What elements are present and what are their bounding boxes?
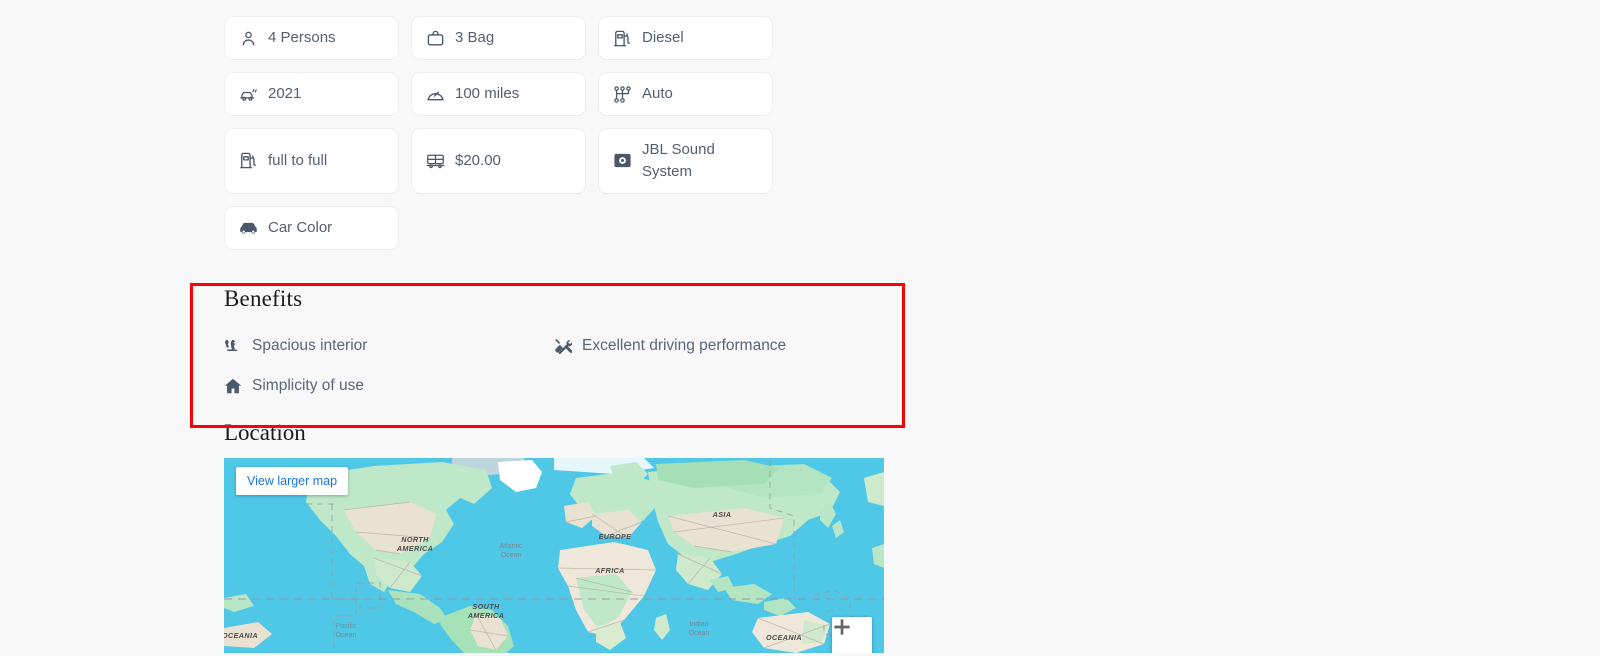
tools-icon xyxy=(554,337,572,355)
svg-text:OCEANIA: OCEANIA xyxy=(766,633,802,642)
svg-text:AFRICA: AFRICA xyxy=(594,566,625,575)
spec-row: 2021 100 miles Auto xyxy=(224,72,784,116)
view-larger-map-button[interactable]: View larger map xyxy=(236,467,349,495)
car-year-icon xyxy=(239,85,258,104)
spec-label: full to full xyxy=(268,151,328,169)
benefit-item-simplicity-of-use: Simplicity of use xyxy=(224,366,554,406)
spec-chip-sound-system[interactable]: JBL Sound System xyxy=(598,128,773,194)
spec-label: 2021 xyxy=(268,85,302,103)
spec-chip-bags[interactable]: 3 Bag xyxy=(411,16,586,60)
spec-chip-persons[interactable]: 4 Persons xyxy=(224,16,399,60)
benefit-item-spacious-interior: Spacious interior xyxy=(224,326,554,366)
svg-text:OCEANIA: OCEANIA xyxy=(224,631,258,640)
svg-text:ASIA: ASIA xyxy=(712,510,732,519)
fuel-pump-icon xyxy=(239,151,258,170)
bag-icon xyxy=(426,29,445,48)
spec-chip-fuel-type[interactable]: Diesel xyxy=(598,16,773,60)
benefits-list: Spacious interior Excellent driving perf… xyxy=(224,326,884,406)
svg-text:Ocean: Ocean xyxy=(336,632,357,639)
map-canvas[interactable]: NORTH AMERICA SOUTH AMERICA EUROPE AFRIC… xyxy=(224,458,884,653)
spec-chip-car-color[interactable]: Car Color xyxy=(224,205,399,250)
benefit-item-driving-performance: Excellent driving performance xyxy=(554,326,884,366)
speaker-icon xyxy=(613,151,632,170)
spec-chip-fuel-policy[interactable]: full to full xyxy=(224,128,399,194)
car-color-icon xyxy=(239,218,258,237)
benefit-label: Spacious interior xyxy=(252,337,368,354)
location-title: Location xyxy=(224,420,306,445)
svg-text:AMERICA: AMERICA xyxy=(396,544,433,553)
spec-label: $20.00 xyxy=(455,151,501,169)
svg-text:EUROPE: EUROPE xyxy=(599,532,632,541)
benefit-label: Simplicity of use xyxy=(252,377,364,394)
home-icon xyxy=(224,377,242,395)
svg-text:Indian: Indian xyxy=(689,621,708,628)
svg-text:Pacific: Pacific xyxy=(336,623,357,630)
spec-label: 3 Bag xyxy=(455,29,495,47)
spec-chip-year[interactable]: 2021 xyxy=(224,72,399,116)
spec-chip-transmission[interactable]: Auto xyxy=(598,72,773,116)
speedometer-icon xyxy=(426,85,445,104)
svg-text:NORTH: NORTH xyxy=(401,535,429,544)
svg-text:SOUTH: SOUTH xyxy=(472,602,500,611)
svg-text:Atlantic: Atlantic xyxy=(500,543,523,550)
spec-label: 4 Persons xyxy=(268,29,336,47)
vehicle-specs-grid: 4 Persons 3 Bag Diesel 2021 100 miles Au… xyxy=(224,16,784,262)
spec-label: JBL Sound System xyxy=(642,141,715,180)
map-zoom-in-button[interactable] xyxy=(832,617,872,653)
seats-icon xyxy=(224,337,242,355)
benefits-section: Benefits Spacious interior Excellent dri… xyxy=(224,286,884,406)
spec-label: Diesel xyxy=(642,29,684,47)
person-icon xyxy=(239,29,258,48)
spec-label: 100 miles xyxy=(455,85,520,103)
spec-label: Auto xyxy=(642,85,673,103)
spec-row: full to full $20.00 JBL Sound System xyxy=(224,128,784,194)
spec-row: 4 Persons 3 Bag Diesel xyxy=(224,16,784,60)
benefits-title: Benefits xyxy=(224,286,303,311)
van-icon xyxy=(426,151,445,170)
spec-label: Car Color xyxy=(268,218,333,236)
spec-chip-mileage[interactable]: 100 miles xyxy=(411,72,586,116)
fuel-pump-icon xyxy=(613,29,632,48)
svg-text:AMERICA: AMERICA xyxy=(467,611,504,620)
spec-chip-price[interactable]: $20.00 xyxy=(411,128,586,194)
plus-icon xyxy=(834,619,850,635)
svg-text:Ocean: Ocean xyxy=(501,552,522,559)
page-root: 4 Persons 3 Bag Diesel 2021 100 miles Au… xyxy=(0,0,1600,656)
gear-shift-icon xyxy=(613,85,632,104)
location-section: Location NORTH AMERICA SOUTH AMERICA EUR… xyxy=(224,420,884,653)
svg-text:Ocean: Ocean xyxy=(689,630,710,637)
spec-row: Car Color xyxy=(224,205,784,250)
benefit-label: Excellent driving performance xyxy=(582,337,787,354)
